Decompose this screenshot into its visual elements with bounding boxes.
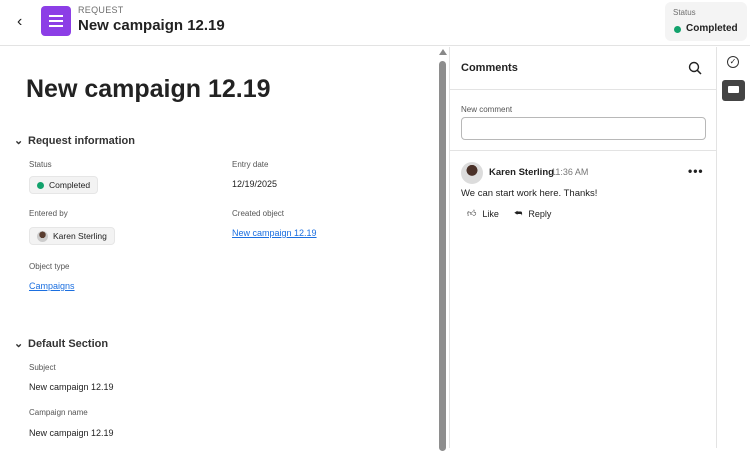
comment-bubble-icon[interactable] (722, 80, 745, 101)
status-value: Completed (686, 23, 738, 34)
divider (450, 150, 716, 151)
like-button[interactable]: 👍︎ Like (467, 208, 499, 219)
main-scrollbar[interactable] (437, 47, 449, 451)
status-dot-icon (674, 26, 681, 33)
user-chip[interactable]: Karen Sterling (29, 227, 115, 245)
status-dot-icon (37, 181, 44, 189)
section-title: Default Section (28, 338, 109, 350)
object-type-label: Object type (29, 262, 70, 271)
check-circle-icon[interactable]: ✓ (727, 56, 739, 68)
header-title: New campaign 12.19 (78, 17, 225, 34)
scroll-up-arrow-icon[interactable] (439, 49, 447, 55)
subject-value: New campaign 12.19 (29, 382, 114, 392)
right-rail: ✓ (718, 47, 750, 448)
page-title: New campaign 12.19 (26, 75, 271, 103)
thumbs-up-icon: 👍︎ (467, 208, 477, 218)
request-app-icon (41, 6, 71, 36)
search-icon[interactable] (688, 61, 702, 75)
main-content: New campaign 12.19 ⌄ Request information … (0, 47, 436, 448)
section-default[interactable]: ⌄ Default Section (14, 337, 108, 350)
section-request-information[interactable]: ⌄ Request information (14, 134, 135, 147)
entered-by-label: Entered by (29, 209, 68, 218)
comment-text: We can start work here. Thanks! (461, 188, 598, 199)
reply-button[interactable]: ⮪ Reply (514, 208, 551, 219)
back-chevron-icon[interactable]: ‹ (17, 13, 22, 31)
comment-author: Karen Sterling (489, 167, 554, 178)
comment-time: 11:36 AM (551, 167, 589, 177)
new-comment-label: New comment (461, 105, 513, 114)
chevron-down-icon: ⌄ (14, 338, 24, 350)
user-name: Karen Sterling (53, 231, 107, 241)
chevron-down-icon: ⌄ (14, 135, 24, 147)
section-title: Request information (28, 135, 135, 147)
reply-arrow-icon: ⮪ (514, 208, 523, 218)
subject-label: Subject (29, 363, 56, 372)
created-object-link[interactable]: New campaign 12.19 (232, 228, 317, 238)
campaign-name-value: New campaign 12.19 (29, 428, 114, 438)
object-type-eyebrow: REQUEST (78, 5, 124, 15)
like-label: Like (482, 208, 499, 219)
avatar (37, 230, 48, 242)
campaign-name-label: Campaign name (29, 408, 88, 417)
new-comment-input[interactable] (461, 117, 706, 140)
created-object-label: Created object (232, 209, 285, 218)
status-label: Status (673, 8, 696, 17)
comments-panel: Comments New comment Karen Sterling 11:3… (449, 47, 717, 448)
status-field-label: Status (29, 160, 52, 169)
status-badge-text: Completed (49, 180, 91, 190)
scrollbar-thumb[interactable] (439, 61, 446, 451)
avatar (461, 162, 483, 184)
more-options-icon[interactable]: ••• (688, 164, 704, 178)
reply-label: Reply (528, 208, 552, 219)
entry-date-label: Entry date (232, 160, 269, 169)
divider (450, 89, 716, 90)
status-badge: Completed (29, 176, 99, 194)
object-type-link[interactable]: Campaigns (29, 281, 75, 291)
entry-date-value: 12/19/2025 (232, 179, 278, 189)
comments-title: Comments (461, 62, 518, 74)
header: ‹ REQUEST New campaign 12.19 Status Comp… (0, 0, 750, 46)
status-box[interactable]: Status Completed (665, 2, 747, 41)
